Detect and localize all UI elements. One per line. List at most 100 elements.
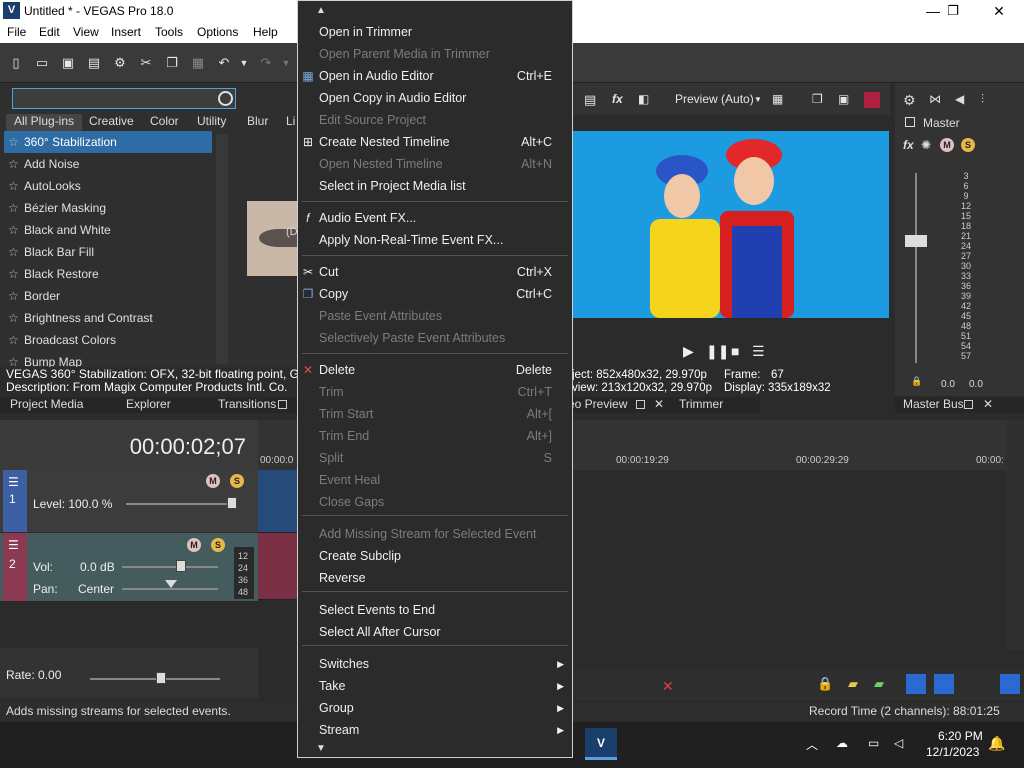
volume-icon[interactable]: ◁ [894,736,903,750]
menu-icon[interactable]: ☰ [752,343,765,360]
region-tool-icon[interactable]: ▰ [874,676,884,692]
volume-slider[interactable] [122,566,218,568]
notification-bell-icon[interactable]: 🔔 [988,735,1005,752]
maximize-panel-icon[interactable] [964,400,973,409]
settings-gear-icon[interactable]: ⚙ [112,55,128,71]
fx-icon[interactable]: fx [903,138,914,152]
audio-track-header[interactable]: ☰ 2 M S Vol: 0.0 dB Pan: Center 12 24 36… [0,533,258,601]
context-menu-item[interactable]: ▦ Open in Audio Editor Ctrl+E [298,65,572,87]
mute-icon[interactable]: M [940,138,954,152]
clock-time[interactable]: 6:20 PM [938,729,983,743]
context-menu-item[interactable]: ❐ Copy Ctrl+C [298,283,572,305]
mixer-icon[interactable]: ⫶ [981,92,984,107]
plugin-list-scrollbar[interactable] [216,134,228,364]
context-menu-item[interactable]: Select in Project Media list [298,175,572,197]
plugin-item[interactable]: ☆ Black Bar Fill [4,241,212,263]
restore-button[interactable]: ❐ [930,0,976,22]
copy-icon[interactable]: ❐ [164,55,180,71]
context-menu-item[interactable]: Open Copy in Audio Editor [298,87,572,109]
maximize-panel-icon[interactable] [636,400,645,409]
menu-view[interactable]: View [73,25,99,39]
tab-trimmer[interactable]: Trimmer [679,397,723,411]
context-menu-item[interactable]: Take ▶ [298,675,572,697]
tab-transitions[interactable]: Transitions [218,397,276,411]
context-menu-item[interactable]: Switches ▶ [298,653,572,675]
new-file-icon[interactable]: ▯ [8,55,24,71]
video-track-header[interactable]: ☰ 1 M S Level: 100.0 % [0,470,258,532]
level-slider[interactable] [126,503,236,505]
undo-icon[interactable]: ↶ [216,55,232,71]
plugin-item[interactable]: ☆ Bump Map [4,351,212,368]
rate-slider[interactable] [90,678,220,680]
rate-slider-knob[interactable] [156,672,166,684]
tab-light[interactable]: Li [286,114,295,132]
tab-video-preview[interactable]: eo Preview [568,397,627,411]
undo-dropdown-icon[interactable]: ▼ [236,55,252,71]
tab-creative[interactable]: Creative [89,114,134,132]
menu-options[interactable]: Options [197,25,238,39]
vegas-taskbar-icon[interactable]: V [585,728,617,760]
paste-icon[interactable]: ▦ [190,55,206,71]
lock-tool-icon[interactable]: 🔒 [817,676,833,692]
context-menu-item[interactable]: ✕ Delete Delete [298,359,572,381]
ignore-grouping-icon[interactable] [1000,674,1020,694]
plugin-item[interactable]: ☆ Black Restore [4,263,212,285]
track-menu-icon[interactable]: ☰ [8,475,19,489]
master-checkbox[interactable] [905,117,915,127]
plugin-item[interactable]: ☆ Broadcast Colors [4,329,212,351]
master-fader-knob[interactable] [905,235,927,247]
tab-color[interactable]: Color [150,114,179,132]
search-icon[interactable] [218,91,233,106]
context-menu-item[interactable]: ⊞ Create Nested Timeline Alt+C [298,131,572,153]
scroll-down-arrow-icon[interactable]: ▼ [316,743,326,754]
context-menu-item[interactable]: Group ▶ [298,697,572,719]
chevron-up-icon[interactable]: ︿ [806,736,818,753]
level-slider-knob[interactable] [227,497,237,509]
master-fader-track[interactable] [915,173,917,363]
tab-project-media[interactable]: Project Media [10,397,83,411]
network-icon[interactable]: ☁ [836,736,848,750]
close-tab-icon[interactable]: ✕ [654,397,664,411]
split-screen-icon[interactable]: ◧ [638,92,649,106]
menu-tools[interactable]: Tools [155,25,183,39]
plugin-item[interactable]: ☆ AutoLooks [4,175,212,197]
context-menu-item[interactable]: Stream ▶ [298,719,572,741]
timeline-track-area[interactable] [572,470,1006,600]
plugin-item[interactable]: ☆ 360° Stabilization [4,131,212,153]
plugin-item[interactable]: ☆ Bézier Masking [4,197,212,219]
context-menu-item[interactable]: Select Events to End [298,599,572,621]
plugin-search-input[interactable] [12,88,236,109]
scroll-up-arrow-icon[interactable]: ▲ [316,5,326,16]
delete-tool-icon[interactable]: ✕ [662,678,674,695]
fx-icon[interactable]: fx [612,92,623,106]
marker-tool-icon[interactable]: ▰ [848,676,858,692]
pan-slider[interactable] [122,588,218,590]
play-icon[interactable]: ▶ [683,343,694,360]
track1-color-strip[interactable]: ☰ 1 [3,470,27,532]
preview-quality-dropdown[interactable]: Preview (Auto) [675,92,754,106]
save-icon[interactable]: ▣ [60,55,76,71]
solo-icon[interactable]: S [211,538,225,552]
context-menu-item[interactable]: Select All After Cursor [298,621,572,643]
mute-icon[interactable]: M [206,474,220,488]
timeline-vertical-scrollbar[interactable] [1006,420,1024,650]
plugin-item[interactable]: ☆ Border [4,285,212,307]
plugin-item[interactable]: ☆ Brightness and Contrast [4,307,212,329]
video-event-clip[interactable] [258,470,298,532]
track2-color-strip[interactable]: ☰ 2 [3,533,27,601]
menu-help[interactable]: Help [253,25,278,39]
preview-settings-icon[interactable]: ▤ [584,92,596,108]
menu-file[interactable]: File [7,25,26,39]
auto-crossfade-icon[interactable] [934,674,954,694]
context-menu-item[interactable]: Reverse [298,567,572,589]
tab-explorer[interactable]: Explorer [126,397,171,411]
timecode-display[interactable]: 00:00:02;07 [130,434,246,460]
copy-snapshot-icon[interactable]: ❐ [812,92,823,106]
chevron-down-icon[interactable]: ▼ [754,95,762,104]
render-icon[interactable]: ▤ [86,55,102,71]
clock-date[interactable]: 12/1/2023 [926,745,979,759]
mute-icon[interactable]: M [187,538,201,552]
menu-insert[interactable]: Insert [111,25,141,39]
track-menu-icon[interactable]: ☰ [8,538,19,552]
automation-icon[interactable]: ✺ [921,138,931,152]
